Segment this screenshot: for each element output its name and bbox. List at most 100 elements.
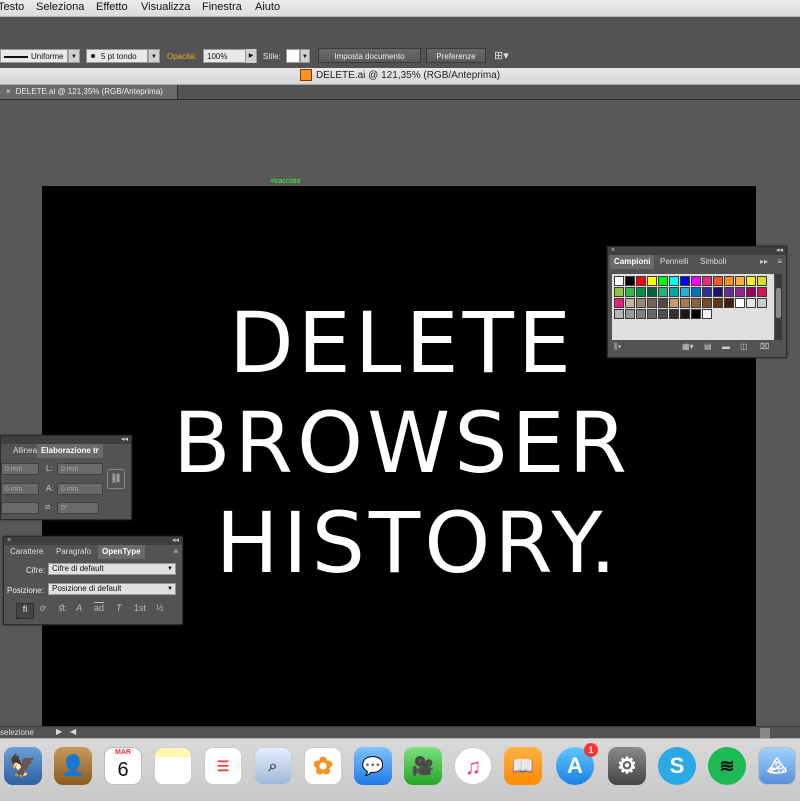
x-field[interactable]: 0 mm	[1, 463, 39, 475]
color-swatch[interactable]	[625, 309, 635, 319]
color-swatch[interactable]	[713, 287, 723, 297]
color-swatch[interactable]	[713, 298, 723, 308]
stylistic-button[interactable]: ad	[94, 603, 104, 613]
preview-icon[interactable]: ⌕	[254, 747, 292, 785]
y-field[interactable]: 0 mm	[1, 483, 39, 495]
swash-button[interactable]: A	[76, 603, 82, 613]
new-group-icon[interactable]: ▬	[722, 342, 730, 351]
menu-item-effetto[interactable]: Effetto	[96, 1, 128, 13]
system-preferences-icon[interactable]: ⚙	[608, 747, 646, 785]
color-swatch[interactable]	[669, 298, 679, 308]
position-dropdown[interactable]: Posizione di default ▼	[48, 583, 176, 595]
scroll-right-button[interactable]	[760, 728, 770, 738]
status-arrow-icon[interactable]: ▶	[56, 727, 62, 736]
color-swatch[interactable]	[669, 309, 679, 319]
contextual-button[interactable]: ơ	[40, 603, 46, 613]
color-swatch[interactable]	[746, 298, 756, 308]
color-swatch[interactable]	[724, 287, 734, 297]
panel-forward-icon[interactable]: ▸▸	[760, 257, 768, 266]
app-store-icon[interactable]: A 1	[556, 743, 598, 785]
menu-item-seleziona[interactable]: Seleziona	[36, 1, 84, 13]
ligature-button[interactable]: ﬁ	[16, 603, 34, 619]
color-swatch[interactable]	[702, 309, 712, 319]
color-swatch[interactable]	[757, 276, 767, 286]
color-swatch[interactable]	[669, 276, 679, 286]
tab-elaborazione[interactable]: Elaborazione tr	[37, 444, 103, 458]
color-swatch[interactable]	[735, 287, 745, 297]
panel-collapse-icon[interactable]: ◂◂	[121, 436, 128, 444]
itunes-icon[interactable]: ♫	[454, 747, 492, 785]
ibooks-icon[interactable]: 📖	[504, 747, 542, 785]
panel-collapse-icon[interactable]: ◂◂	[172, 537, 179, 545]
color-swatch[interactable]	[614, 287, 624, 297]
eagle-app-icon[interactable]: 🦅	[4, 747, 42, 785]
stroke-profile-dropdown[interactable]: Uniforme	[0, 49, 68, 63]
menu-item-testo[interactable]: Testo	[0, 1, 24, 13]
color-swatch[interactable]	[614, 309, 624, 319]
color-swatch[interactable]	[625, 298, 635, 308]
color-swatch[interactable]	[691, 276, 701, 286]
headline-line-2[interactable]: BROWSER	[82, 394, 722, 492]
color-swatch[interactable]	[680, 298, 690, 308]
width-field[interactable]: 0 mm	[57, 463, 103, 475]
color-swatch[interactable]	[702, 287, 712, 297]
calendar-icon[interactable]: MAR 6	[104, 747, 142, 785]
panel-close-icon[interactable]: ×	[611, 247, 615, 255]
color-swatch[interactable]	[713, 276, 723, 286]
new-swatch-icon[interactable]: ◫	[740, 342, 748, 351]
figures-dropdown[interactable]: Cifre di default ▼	[48, 563, 176, 575]
current-tool-status[interactable]: selezione	[0, 728, 34, 737]
color-swatch[interactable]	[614, 298, 624, 308]
photos-icon[interactable]: ✿	[304, 747, 342, 785]
color-swatch[interactable]	[702, 298, 712, 308]
titling-button[interactable]: T	[116, 603, 122, 613]
color-swatch[interactable]	[658, 309, 668, 319]
style-arrow[interactable]: ▼	[300, 49, 310, 63]
color-swatch[interactable]	[636, 287, 646, 297]
color-swatch[interactable]	[680, 287, 690, 297]
color-swatch[interactable]	[658, 287, 668, 297]
headline-line-3[interactable]: HISTORY.	[98, 494, 738, 592]
arrange-icon[interactable]: ⊞▾	[494, 49, 509, 62]
document-tab[interactable]: × DELETE.ai @ 121,35% (RGB/Anteprima)	[0, 85, 178, 99]
tab-campioni[interactable]: Campioni	[610, 255, 655, 269]
brush-arrow[interactable]: ▼	[148, 49, 160, 63]
color-swatch[interactable]	[691, 309, 701, 319]
color-swatch[interactable]	[691, 298, 701, 308]
panel-collapse-icon[interactable]: ◂◂	[776, 247, 783, 255]
color-swatch[interactable]	[636, 298, 646, 308]
opacity-field[interactable]: 100% ▶	[203, 49, 257, 63]
color-swatch[interactable]	[636, 276, 646, 286]
color-swatch[interactable]	[735, 276, 745, 286]
stroke-profile-arrow[interactable]: ▼	[68, 49, 80, 63]
ordinals-button[interactable]: 1st	[134, 603, 146, 613]
color-swatch[interactable]	[702, 276, 712, 286]
swatches-scrollbar[interactable]	[775, 274, 782, 340]
photo-viewer-icon[interactable]: 🏔	[758, 747, 796, 785]
shear-field[interactable]: 0°	[57, 502, 99, 514]
tab-paragrafo[interactable]: Paragrafo	[52, 545, 95, 559]
close-tab-icon[interactable]: ×	[6, 87, 11, 96]
color-swatch[interactable]	[647, 298, 657, 308]
brush-dropdown[interactable]: 5 pt tondo	[86, 49, 148, 63]
color-swatch[interactable]	[680, 276, 690, 286]
tab-simboli[interactable]: Simboli	[696, 255, 730, 269]
color-swatch[interactable]	[724, 276, 734, 286]
spotify-icon[interactable]: ≋	[708, 747, 746, 785]
delete-swatch-icon[interactable]: ⌧	[760, 342, 769, 351]
link-proportions-icon[interactable]: ⛓	[107, 469, 125, 489]
messages-icon[interactable]: 💬	[354, 747, 392, 785]
tab-carattere[interactable]: Carattere	[6, 545, 47, 559]
color-swatch[interactable]	[691, 287, 701, 297]
color-swatch[interactable]	[735, 298, 745, 308]
panel-close-icon[interactable]: ×	[7, 537, 11, 545]
notes-icon[interactable]	[154, 747, 192, 785]
color-swatch[interactable]	[757, 287, 767, 297]
fractions-button[interactable]: ½	[156, 603, 164, 613]
facetime-icon[interactable]: 🎥	[404, 747, 442, 785]
scroll-left-icon[interactable]: ◀	[70, 727, 76, 736]
menu-item-aiuto[interactable]: Aiuto	[255, 1, 280, 13]
panel-menu-icon[interactable]: ≡	[777, 257, 782, 266]
color-swatch[interactable]	[658, 276, 668, 286]
color-swatch[interactable]	[658, 298, 668, 308]
